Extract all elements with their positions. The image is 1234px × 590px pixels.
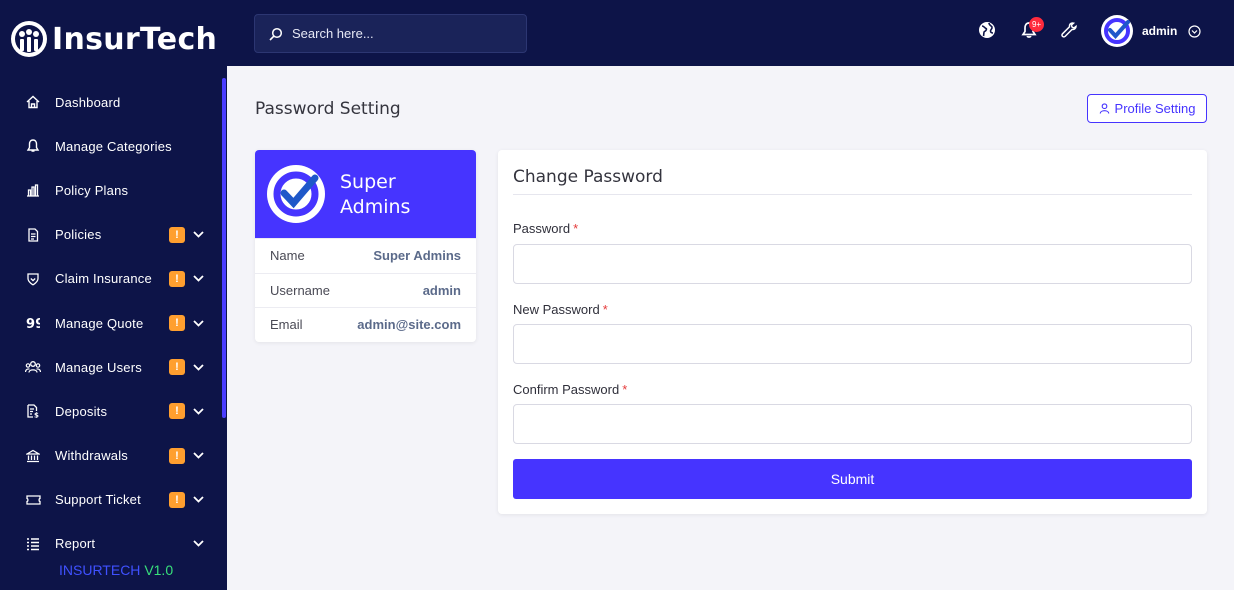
sidebar-item-label: Policy Plans xyxy=(55,182,129,198)
svg-text:99: 99 xyxy=(26,317,40,330)
users-icon xyxy=(25,359,41,375)
new-password-label: New Password * xyxy=(513,302,608,317)
info-value: Super Admins xyxy=(373,248,461,264)
version-name: INSURTECH xyxy=(59,562,141,578)
profile-avatar xyxy=(267,165,325,223)
chevron-down-icon[interactable] xyxy=(192,273,204,285)
notification-badge: 9+ xyxy=(1029,17,1044,32)
list-icon xyxy=(25,536,41,552)
alert-badge: ! xyxy=(169,491,185,508)
required-mark: * xyxy=(602,302,608,317)
chevron-down-icon[interactable] xyxy=(192,405,204,417)
profile-header: Super Admins xyxy=(255,150,476,238)
info-key: Name xyxy=(270,248,305,264)
profile-name: Super Admins xyxy=(340,171,411,218)
form-title: Change Password xyxy=(513,167,663,187)
document-icon xyxy=(25,227,41,243)
sidebar-item-deposits[interactable]: $ Deposits ! xyxy=(0,389,222,433)
logo-icon xyxy=(11,21,47,57)
sidebar-scrollbar[interactable] xyxy=(222,78,226,418)
profile-setting-label: Profile Setting xyxy=(1114,101,1196,116)
info-row-name: Name Super Admins xyxy=(255,238,476,273)
alert-badge: ! xyxy=(169,270,185,287)
chevron-down-icon[interactable] xyxy=(192,229,204,241)
chevron-down-icon[interactable] xyxy=(192,450,204,462)
info-value: admin@site.com xyxy=(357,317,461,333)
info-row-username: Username admin xyxy=(255,272,476,308)
search-input[interactable] xyxy=(292,26,512,41)
sidebar-item-withdrawals[interactable]: Withdrawals ! xyxy=(0,434,222,478)
user-icon xyxy=(1099,103,1109,114)
deposit-icon: $ xyxy=(25,403,41,419)
info-row-email: Email admin@site.com xyxy=(255,307,476,342)
required-mark: * xyxy=(573,221,579,236)
bank-icon xyxy=(25,448,41,464)
password-field[interactable] xyxy=(513,244,1192,284)
chevron-down-icon[interactable] xyxy=(192,361,204,373)
sidebar-item-label: Dashboard xyxy=(55,94,121,110)
confirm-password-field[interactable] xyxy=(513,404,1192,444)
bell-icon xyxy=(25,138,41,154)
password-label: Password * xyxy=(513,221,579,236)
alert-badge: ! xyxy=(169,315,185,332)
topbar: 9+ admin xyxy=(227,0,1234,66)
profile-card: Super Admins Name Super Admins Username … xyxy=(255,150,476,342)
username[interactable]: admin xyxy=(1142,24,1177,38)
sidebar-item-claim-insurance[interactable]: Claim Insurance ! xyxy=(0,257,222,301)
avatar[interactable] xyxy=(1101,15,1133,47)
sidebar-item-manage-users[interactable]: Manage Users ! xyxy=(0,345,222,389)
sidebar-item-manage-quote[interactable]: 99 Manage Quote ! xyxy=(0,301,222,345)
chevron-down-icon[interactable] xyxy=(192,494,204,506)
brand-name: InsurTech xyxy=(52,21,218,57)
bar-chart-icon xyxy=(25,182,41,198)
search-icon xyxy=(269,27,283,41)
version-number: V1.0 xyxy=(144,562,174,578)
profile-setting-button[interactable]: Profile Setting xyxy=(1087,94,1207,123)
alert-badge: ! xyxy=(169,226,185,243)
sidebar-item-label: Manage Categories xyxy=(55,138,172,154)
new-password-field[interactable] xyxy=(513,324,1192,364)
change-password-card: Change Password Password * New Password * … xyxy=(498,150,1207,514)
search-box[interactable] xyxy=(254,14,527,53)
page-title: Password Setting xyxy=(255,99,401,119)
sidebar-item-dashboard[interactable]: Dashboard xyxy=(0,80,222,124)
quote-icon: 99 xyxy=(25,315,41,331)
chevron-down-icon[interactable] xyxy=(192,317,204,329)
svg-text:$: $ xyxy=(34,412,39,419)
sidebar: InsurTech Dashboard Manage Categories Po… xyxy=(0,0,227,590)
info-key: Email xyxy=(270,317,303,333)
alert-badge: ! xyxy=(169,359,185,376)
sidebar-item-report[interactable]: Report xyxy=(0,522,222,566)
shield-icon xyxy=(25,271,41,287)
home-icon xyxy=(25,94,41,110)
wrench-icon[interactable] xyxy=(1059,20,1079,40)
alert-badge: ! xyxy=(169,403,185,420)
divider xyxy=(513,194,1192,195)
sidebar-menu: Dashboard Manage Categories Policy Plans… xyxy=(0,80,222,566)
info-value: admin xyxy=(422,282,461,298)
sidebar-item-support-ticket[interactable]: Support Ticket ! xyxy=(0,478,222,522)
confirm-password-label: Confirm Password * xyxy=(513,382,628,397)
globe-icon[interactable] xyxy=(977,20,997,40)
ticket-icon xyxy=(25,492,41,508)
info-key: Username xyxy=(270,282,330,298)
chevron-down-icon[interactable] xyxy=(192,538,204,550)
chevron-down-icon[interactable] xyxy=(1188,25,1201,38)
sidebar-item-policies[interactable]: Policies ! xyxy=(0,213,222,257)
required-mark: * xyxy=(622,382,628,397)
submit-button[interactable]: Submit xyxy=(513,459,1192,499)
sidebar-item-manage-categories[interactable]: Manage Categories xyxy=(0,124,222,168)
sidebar-item-policy-plans[interactable]: Policy Plans xyxy=(0,168,222,212)
app-version: INSURTECH V1.0 xyxy=(59,562,173,578)
alert-badge: ! xyxy=(169,447,185,464)
brand[interactable]: InsurTech xyxy=(10,18,217,60)
